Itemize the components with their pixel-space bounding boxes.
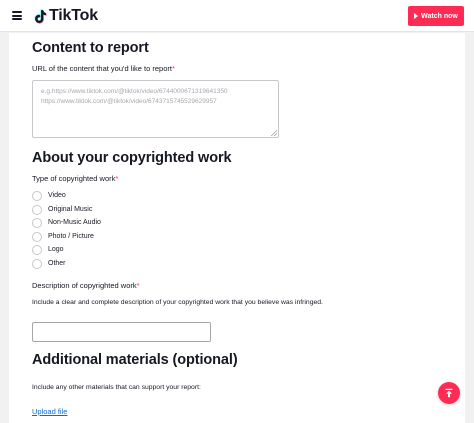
radio-option-original-music[interactable]: Original Music [32, 204, 92, 215]
required-mark: * [136, 281, 140, 290]
radio-option-video[interactable]: Video [32, 190, 66, 201]
radio-option-other[interactable]: Other [32, 258, 66, 269]
radio-circle[interactable] [32, 217, 42, 228]
radio-option-non-music-audio[interactable]: Non-Music Audio [32, 217, 101, 228]
report-form: Content to report URL of the content tha… [9, 33, 465, 423]
url-placeholder-line2: https://www.tiktok.com/@tiktok/video/674… [41, 98, 217, 105]
radio-circle[interactable] [32, 190, 42, 201]
radio-circle[interactable] [32, 204, 42, 215]
watch-now-label: Watch now [421, 12, 458, 20]
resize-handle-icon[interactable] [271, 130, 277, 136]
copyright-section-title: About your copyrighted work [32, 150, 232, 166]
tiktok-note-icon [34, 9, 47, 23]
url-placeholder-line1: e.g.https://www.tiktok.com/@tiktok/video… [41, 88, 228, 95]
type-label: Type of copyrighted work* [32, 174, 119, 183]
scroll-to-top-button[interactable] [438, 382, 460, 404]
content-section-title: Content to report [32, 40, 149, 56]
radio-circle[interactable] [32, 231, 42, 242]
tiktok-logo[interactable]: TikTok [34, 6, 98, 26]
radio-option-logo[interactable]: Logo [32, 244, 64, 255]
additional-section-title: Additional materials (optional) [32, 352, 238, 368]
description-help: Include a clear and complete description… [32, 299, 323, 306]
watch-now-button[interactable]: Watch now [408, 6, 464, 26]
upload-file-link[interactable]: Upload file [32, 407, 67, 416]
brand-name: TikTok [49, 7, 98, 24]
url-label: URL of the content that you'd like to re… [32, 64, 175, 73]
hamburger-icon[interactable] [12, 11, 22, 20]
description-label: Description of copyrighted work* [32, 281, 140, 290]
radio-circle[interactable] [32, 258, 42, 269]
radio-option-photo-picture[interactable]: Photo / Picture [32, 231, 94, 242]
url-textarea[interactable]: e.g.https://www.tiktok.com/@tiktok/video… [32, 80, 279, 138]
top-header: TikTok Watch now [0, 0, 474, 32]
required-mark: * [171, 64, 175, 73]
required-mark: * [115, 174, 119, 183]
scroll-to-top-icon [445, 388, 453, 398]
additional-help: Include any other materials that can sup… [32, 384, 201, 391]
radio-circle[interactable] [32, 244, 42, 255]
play-icon [414, 13, 419, 19]
description-input[interactable] [32, 322, 211, 342]
